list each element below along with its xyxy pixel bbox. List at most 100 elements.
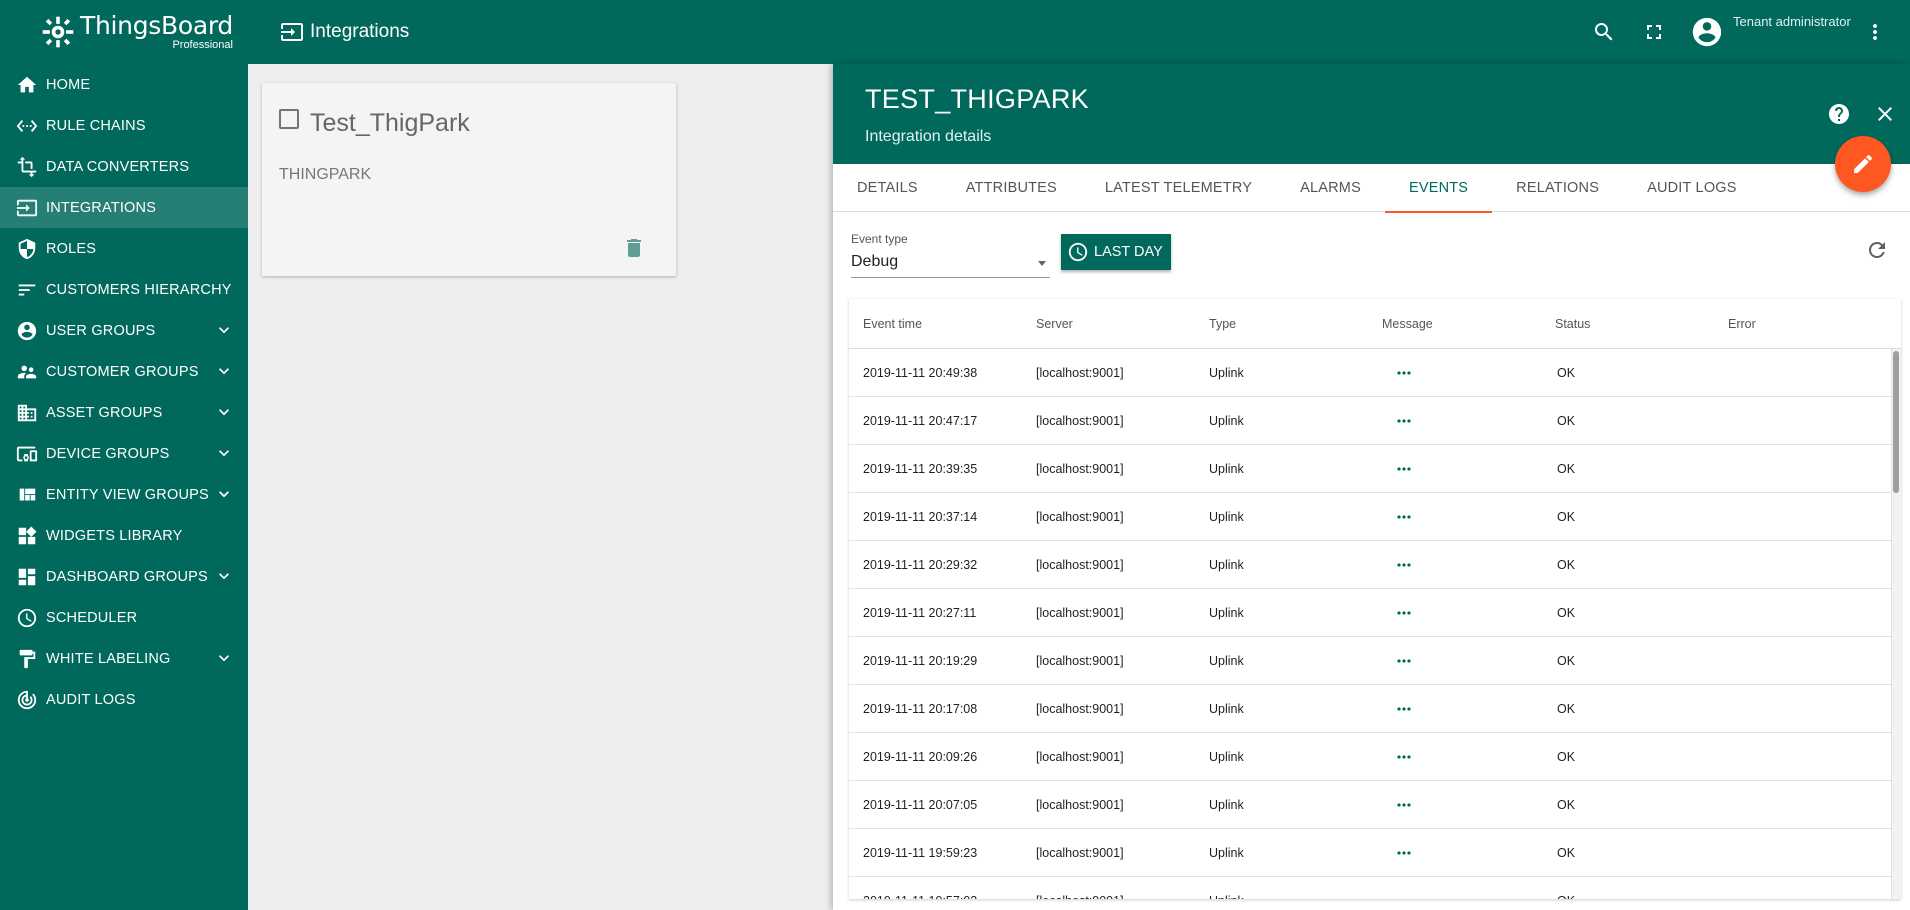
table-row[interactable]: 2019-11-11 20:17:08 [localhost:9001] Uplin… — [849, 685, 1901, 733]
type-cell: Uplink — [1209, 749, 1244, 764]
sidebar-item-dashboard-groups[interactable]: DASHBOARD GROUPS — [0, 556, 248, 597]
more-horiz-icon[interactable] — [1382, 891, 1541, 899]
sidebar-item-audit-logs[interactable]: AUDIT LOGS — [0, 679, 248, 720]
more-horiz-icon[interactable] — [1382, 699, 1541, 719]
thingsboard-logo[interactable]: ThingsBoard Professional — [0, 0, 248, 64]
sidebar-item-integrations[interactable]: INTEGRATIONS — [0, 187, 248, 228]
more-vert-icon[interactable] — [1863, 20, 1887, 44]
sidebar-item-home[interactable]: HOME — [0, 64, 248, 105]
type-cell: Uplink — [1209, 461, 1244, 476]
sidebar-item-roles[interactable]: ROLES — [0, 228, 248, 269]
status-cell: OK — [1557, 461, 1576, 476]
panel-subtitle: Integration details — [865, 128, 992, 145]
security-icon — [16, 238, 38, 260]
tab-events[interactable]: EVENTS — [1384, 164, 1493, 213]
chevron-down-icon[interactable] — [214, 361, 234, 381]
table-row[interactable]: 2019-11-11 20:29:32 [localhost:9001] Uplin… — [849, 541, 1901, 589]
sidebar-menu: HOME RULE CHAINS DATA CONVERTERS INTEGRATIO… — [0, 64, 248, 720]
table-row[interactable]: 2019-11-11 20:19:29 [localhost:9001] Uplin… — [849, 637, 1901, 685]
user-role[interactable]: Tenant administrator — [1733, 14, 1851, 29]
chevron-down-icon[interactable] — [214, 402, 234, 422]
message-cell — [1368, 795, 1541, 815]
schedule-icon — [16, 607, 38, 629]
message-cell — [1368, 411, 1541, 431]
event-type-select[interactable]: Debug — [851, 248, 1050, 278]
table-row[interactable]: 2019-11-11 19:59:23 [localhost:9001] Uplin… — [849, 829, 1901, 877]
message-cell — [1368, 363, 1541, 383]
chevron-down-icon[interactable] — [214, 443, 234, 463]
event-time-cell: 2019-11-11 20:07:05 — [863, 797, 978, 812]
more-horiz-icon[interactable] — [1382, 795, 1541, 815]
table-row[interactable]: 2019-11-11 20:37:14 [localhost:9001] Uplin… — [849, 493, 1901, 541]
widgets-icon — [16, 525, 38, 547]
event-time-cell: 2019-11-11 19:57:02 — [849, 894, 1022, 900]
message-cell — [1368, 651, 1541, 671]
more-horiz-icon[interactable] — [1382, 459, 1541, 479]
table-row[interactable]: 2019-11-11 20:09:26 [localhost:9001] Uplin… — [849, 733, 1901, 781]
more-horiz-icon[interactable] — [1382, 363, 1541, 383]
sidebar-item-scheduler[interactable]: SCHEDULER — [0, 597, 248, 638]
more-horiz-icon[interactable] — [1382, 507, 1541, 527]
tab-relations[interactable]: RELATIONS — [1492, 164, 1623, 212]
integration-card[interactable]: Test_ThigPark THINGPARK — [262, 83, 676, 276]
table-row[interactable]: 2019-11-11 20:07:05 [localhost:9001] Uplin… — [849, 781, 1901, 829]
sidebar-item-label: DATA CONVERTERS — [46, 158, 190, 175]
message-cell — [1368, 747, 1541, 767]
column-header-status: Status — [1555, 316, 1591, 331]
chevron-down-icon[interactable] — [214, 484, 234, 504]
sidebar-item-user-groups[interactable]: USER GROUPS — [0, 310, 248, 351]
delete-icon[interactable] — [622, 236, 646, 260]
sidebar-item-label: USER GROUPS — [46, 322, 156, 339]
sidebar-item-asset-groups[interactable]: ASSET GROUPS — [0, 392, 248, 433]
type-cell: Uplink — [1209, 413, 1244, 428]
chevron-down-icon[interactable] — [214, 648, 234, 668]
more-horiz-icon[interactable] — [1382, 747, 1541, 767]
sidebar-item-device-groups[interactable]: DEVICE GROUPS — [0, 433, 248, 474]
table-row[interactable]: 2019-11-11 20:39:35 [localhost:9001] Uplin… — [849, 445, 1901, 493]
fullscreen-icon[interactable] — [1642, 20, 1666, 44]
time-window-button[interactable]: LAST DAY — [1061, 234, 1171, 270]
tab-attributes[interactable]: ATTRIBUTES — [942, 164, 1081, 212]
chevron-down-icon[interactable] — [214, 566, 234, 586]
select-checkbox[interactable] — [279, 109, 299, 129]
sidebar-item-entity-view-groups[interactable]: ENTITY VIEW GROUPS — [0, 474, 248, 515]
more-horiz-icon[interactable] — [1382, 555, 1541, 575]
edit-button[interactable] — [1835, 136, 1891, 192]
help-icon[interactable] — [1827, 102, 1851, 126]
sidebar-item-rule-chains[interactable]: RULE CHAINS — [0, 105, 248, 146]
more-horiz-icon[interactable] — [1382, 603, 1541, 623]
close-icon[interactable] — [1873, 102, 1897, 126]
sidebar-item-data-converters[interactable]: DATA CONVERTERS — [0, 146, 248, 187]
type-cell: Uplink — [1195, 894, 1368, 900]
sidebar-item-widgets-library[interactable]: WIDGETS LIBRARY — [0, 515, 248, 556]
server-cell: [localhost:9001] — [1036, 557, 1124, 572]
search-icon[interactable] — [1592, 20, 1616, 44]
table-row[interactable]: 2019-11-11 20:47:17 [localhost:9001] Uplin… — [849, 397, 1901, 445]
more-horiz-icon[interactable] — [1382, 651, 1541, 671]
sidebar-item-customer-groups[interactable]: CUSTOMER GROUPS — [0, 351, 248, 392]
sidebar-item-label: DASHBOARD GROUPS — [46, 568, 208, 585]
refresh-icon[interactable] — [1865, 238, 1889, 262]
tab-audit-logs[interactable]: AUDIT LOGS — [1623, 164, 1761, 212]
tab-details[interactable]: DETAILS — [833, 164, 942, 212]
table-row[interactable]: 2019-11-11 20:49:38 [localhost:9001] Uplin… — [849, 349, 1901, 397]
tab-alarms[interactable]: ALARMS — [1276, 164, 1385, 212]
message-cell — [1368, 603, 1541, 623]
table-row[interactable]: 2019-11-11 20:27:11 [localhost:9001] Uplin… — [849, 589, 1901, 637]
sidebar-item-customers-hierarchy[interactable]: CUSTOMERS HIERARCHY — [0, 269, 248, 310]
column-header-error: Error — [1728, 316, 1756, 331]
server-cell: [localhost:9001] — [1036, 797, 1124, 812]
scrollbar-thumb[interactable] — [1893, 351, 1899, 493]
events-filter-row: Event type Debug LAST DAY — [833, 212, 1910, 298]
tab-latest-telemetry[interactable]: LATEST TELEMETRY — [1081, 164, 1276, 212]
server-cell: [localhost:9001] — [1036, 365, 1124, 380]
more-horiz-icon[interactable] — [1382, 411, 1541, 431]
account-circle-icon[interactable] — [1690, 15, 1724, 49]
chevron-down-icon[interactable] — [214, 320, 234, 340]
sidebar-item-white-labeling[interactable]: WHITE LABELING — [0, 638, 248, 679]
more-horiz-icon[interactable] — [1382, 843, 1541, 863]
message-cell — [1368, 459, 1541, 479]
sidebar-item-label: ROLES — [46, 240, 97, 257]
table-row[interactable]: 2019-11-11 19:57:02[localhost:9001]Uplin… — [849, 877, 1901, 899]
card-title: Test_ThigPark — [310, 109, 470, 137]
